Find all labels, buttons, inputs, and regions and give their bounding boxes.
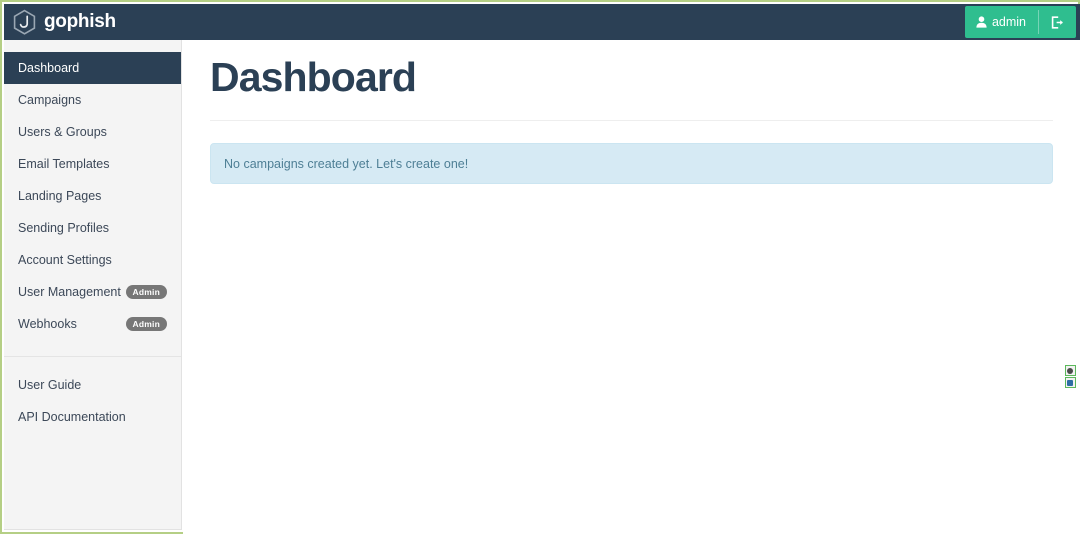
admin-badge: Admin xyxy=(125,316,167,332)
brand-name: gophish xyxy=(44,11,116,32)
sidebar-item-label: Email Templates xyxy=(18,156,110,171)
edge-widget xyxy=(1064,365,1076,388)
sign-out-icon xyxy=(1051,15,1064,29)
gear-glyph xyxy=(1067,367,1073,374)
gear-circle-icon[interactable] xyxy=(1064,365,1076,376)
info-alert: No campaigns created yet. Let's create o… xyxy=(210,143,1053,185)
sidebar-item-label: User Guide xyxy=(18,377,82,392)
user-menu: admin xyxy=(964,6,1076,38)
sidebar-item-label: User Management xyxy=(18,284,121,299)
sidebar-item-account-settings[interactable]: Account Settings xyxy=(4,244,181,276)
sidebar-item-user-guide[interactable]: User Guide xyxy=(4,369,181,401)
sidebar-item-dashboard[interactable]: Dashboard xyxy=(4,52,181,84)
user-dropdown-button[interactable]: admin xyxy=(965,6,1038,38)
hexagon-fishhook-icon xyxy=(12,9,37,36)
sidebar-item-label: Landing Pages xyxy=(18,188,102,203)
sidebar: Dashboard Campaigns Users & Groups Email… xyxy=(4,40,182,530)
main-content: Dashboard No campaigns created yet. Let'… xyxy=(183,40,1080,534)
admin-badge: Admin xyxy=(125,284,167,300)
sidebar-item-campaigns[interactable]: Campaigns xyxy=(4,84,181,116)
info-alert-message: No campaigns created yet. Let's create o… xyxy=(224,156,469,171)
user-name-label: admin xyxy=(991,15,1026,29)
page-frame: gophish admin Dashboard Campaigns Users … xyxy=(0,0,1080,534)
sidebar-item-label: Users & Groups xyxy=(18,124,107,139)
sidebar-item-label: API Documentation xyxy=(18,409,126,424)
sidebar-item-users-groups[interactable]: Users & Groups xyxy=(4,116,181,148)
sidebar-item-label: Webhooks xyxy=(18,316,77,331)
square-target-icon[interactable] xyxy=(1064,377,1076,388)
sidebar-item-user-management[interactable]: User Management Admin xyxy=(4,276,181,308)
sidebar-item-email-templates[interactable]: Email Templates xyxy=(4,148,181,180)
title-divider xyxy=(210,120,1053,122)
sidebar-item-label: Sending Profiles xyxy=(18,220,110,235)
sidebar-item-sending-profiles[interactable]: Sending Profiles xyxy=(4,212,181,244)
page-title: Dashboard xyxy=(210,54,417,100)
logout-button[interactable] xyxy=(1039,6,1076,38)
sidebar-item-api-documentation[interactable]: API Documentation xyxy=(4,401,181,433)
user-icon xyxy=(976,16,987,28)
sidebar-item-label: Account Settings xyxy=(18,252,112,267)
brand-logo[interactable]: gophish xyxy=(4,4,116,40)
sidebar-item-label: Campaigns xyxy=(18,92,82,107)
sidebar-item-label: Dashboard xyxy=(18,60,80,75)
sidebar-item-landing-pages[interactable]: Landing Pages xyxy=(4,180,181,212)
target-glyph xyxy=(1067,379,1073,386)
sidebar-item-webhooks[interactable]: Webhooks Admin xyxy=(4,308,181,340)
top-navbar: gophish admin xyxy=(4,4,1080,40)
